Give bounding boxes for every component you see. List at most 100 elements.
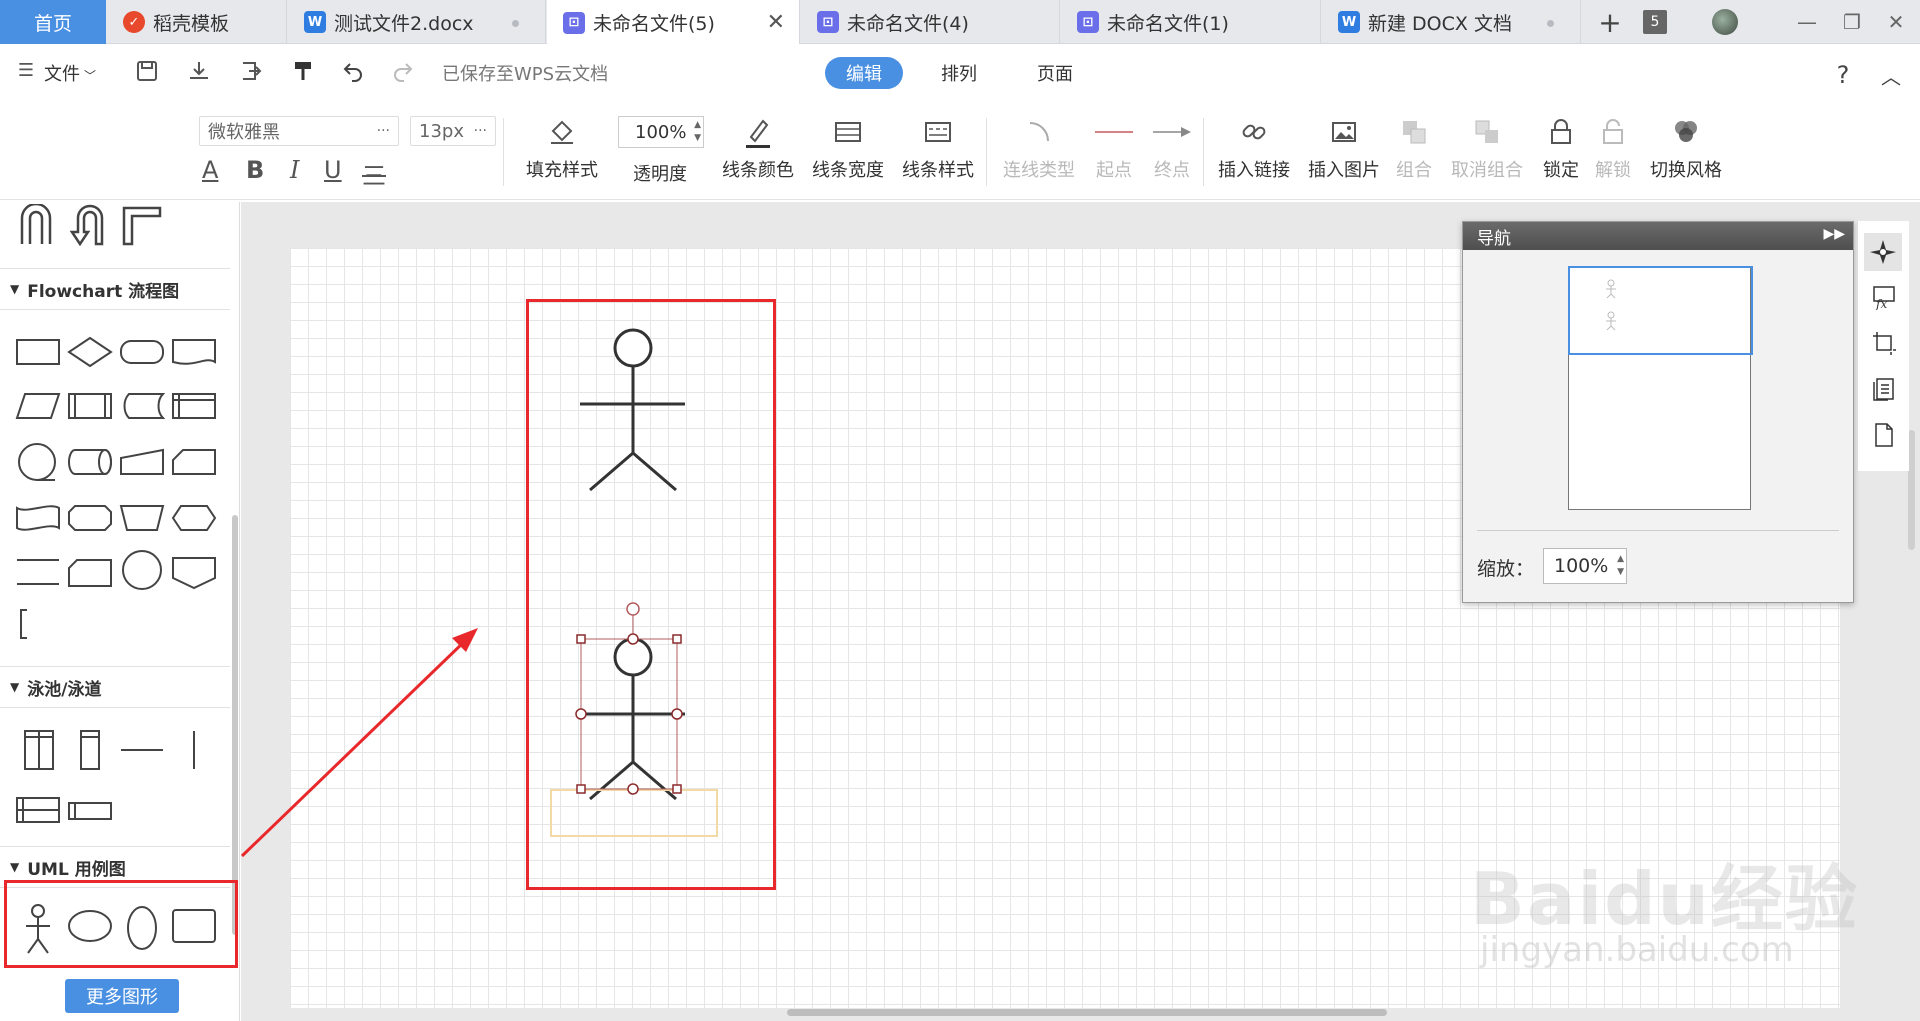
shape-parallelogram[interactable] bbox=[14, 388, 62, 424]
end-point-button[interactable]: 终点 bbox=[1151, 112, 1193, 182]
new-tab-plus-icon[interactable]: + bbox=[1596, 6, 1624, 39]
shape-horizontal-pool[interactable] bbox=[14, 792, 62, 828]
blank-page-icon[interactable] bbox=[1870, 421, 1898, 449]
shape-off-page-connector[interactable] bbox=[170, 554, 218, 590]
shape-vertical-lane[interactable] bbox=[66, 730, 114, 770]
shape-circle[interactable] bbox=[118, 550, 166, 590]
shape-vertical-separator[interactable] bbox=[170, 731, 218, 769]
align-icon[interactable]: 三 bbox=[362, 156, 386, 191]
page-size-icon[interactable] bbox=[1870, 329, 1898, 357]
switch-style-button[interactable]: 切换风格 bbox=[1650, 112, 1722, 182]
lock-button[interactable]: 锁定 bbox=[1543, 112, 1579, 182]
shape-u-turn-arrow-2[interactable] bbox=[66, 204, 114, 247]
spinner-arrows-icon[interactable]: ▲ ▼ bbox=[694, 119, 701, 145]
shape-horizontal-separator[interactable] bbox=[118, 732, 166, 768]
shape-internal-storage[interactable] bbox=[170, 388, 218, 424]
formula-icon[interactable]: fx bbox=[1870, 283, 1898, 311]
italic-icon[interactable]: I bbox=[290, 156, 299, 184]
format-painter-icon[interactable] bbox=[290, 58, 316, 84]
navigator-header[interactable]: 导航 ▶▶ bbox=[1463, 222, 1853, 250]
navigator-viewport-frame[interactable] bbox=[1568, 266, 1753, 355]
shape-vertical-pool[interactable] bbox=[14, 730, 62, 770]
insert-link-button[interactable]: 插入链接 bbox=[1218, 112, 1290, 182]
mode-tab-edit[interactable]: 编辑 bbox=[825, 57, 903, 89]
shape-bracket-annotation[interactable] bbox=[4, 606, 52, 642]
mode-tab-page[interactable]: 页面 bbox=[1016, 57, 1094, 89]
section-swimlane[interactable]: ▼ 泳池/泳道 bbox=[0, 666, 230, 708]
download-icon[interactable] bbox=[186, 58, 212, 84]
collapse-panel-icon[interactable]: ▶▶ bbox=[1823, 226, 1845, 242]
tab-home[interactable]: 首页 bbox=[0, 0, 106, 44]
help-icon[interactable]: ? bbox=[1830, 61, 1856, 89]
avatar[interactable] bbox=[1712, 9, 1738, 35]
shape-decision-diamond[interactable] bbox=[66, 334, 114, 370]
tab-unnamed-4[interactable]: ⊡ 未命名文件(4) bbox=[801, 0, 1060, 44]
shape-cylinder-horizontal[interactable] bbox=[66, 444, 114, 480]
line-width-button[interactable]: 线条宽度 bbox=[812, 112, 884, 182]
minimize-icon[interactable]: — bbox=[1795, 10, 1819, 34]
shape-rectangle[interactable] bbox=[14, 334, 62, 370]
shape-predefined-process[interactable] bbox=[66, 388, 114, 424]
font-color-icon[interactable]: A bbox=[202, 156, 218, 184]
mode-tab-arrange[interactable]: 排列 bbox=[920, 57, 998, 89]
underline-icon[interactable]: U bbox=[324, 156, 342, 184]
close-tab-icon[interactable]: ✕ bbox=[767, 10, 785, 35]
menu-list-icon[interactable]: ☰ bbox=[16, 60, 36, 81]
bold-icon[interactable]: B bbox=[246, 156, 264, 184]
shape-card[interactable] bbox=[170, 444, 218, 480]
file-menu[interactable]: 文件 ﹀ bbox=[44, 60, 96, 86]
shape-manual-operation[interactable] bbox=[118, 500, 166, 536]
shape-circle-connector[interactable] bbox=[14, 443, 62, 481]
collapse-ribbon-icon[interactable]: ︿ bbox=[1878, 62, 1904, 89]
shape-u-turn-arrow[interactable] bbox=[14, 204, 62, 244]
fill-style-button[interactable]: 填充样式 bbox=[526, 112, 598, 182]
section-uml-usecase-label: UML 用例图 bbox=[27, 859, 126, 880]
group-button[interactable]: 组合 bbox=[1396, 112, 1432, 182]
start-point-button[interactable]: 起点 bbox=[1093, 112, 1135, 182]
restore-icon[interactable]: ❐ bbox=[1840, 10, 1864, 34]
shape-stored-data[interactable] bbox=[118, 388, 166, 424]
line-color-label: 线条颜色 bbox=[722, 160, 794, 181]
zoom-input[interactable]: 100% ▲ ▼ bbox=[1543, 548, 1627, 584]
vertical-scrollbar[interactable] bbox=[1908, 430, 1915, 550]
ungroup-button[interactable]: 取消组合 bbox=[1451, 112, 1523, 182]
shape-rounded-rect[interactable] bbox=[118, 334, 166, 370]
shape-document[interactable] bbox=[170, 334, 218, 370]
section-flowchart[interactable]: ▼ Flowchart 流程图 bbox=[0, 268, 230, 310]
unlock-label: 解锁 bbox=[1595, 160, 1631, 181]
mode-tab-edit-label: 编辑 bbox=[846, 64, 882, 85]
horizontal-scrollbar[interactable] bbox=[787, 1009, 1387, 1016]
unlock-button[interactable]: 解锁 bbox=[1595, 112, 1631, 182]
export-icon[interactable] bbox=[238, 58, 264, 84]
line-style-button[interactable]: 线条样式 bbox=[902, 112, 974, 182]
tab-unnamed-1[interactable]: ⊡ 未命名文件(1) bbox=[1061, 0, 1321, 44]
shape-horizontal-lane[interactable] bbox=[66, 792, 114, 828]
shape-horizontal-lines[interactable] bbox=[14, 554, 62, 590]
tab-template[interactable]: ✓ 稻壳模板 bbox=[107, 0, 287, 44]
more-shapes-button[interactable]: 更多图形 bbox=[65, 979, 179, 1013]
save-icon[interactable] bbox=[134, 58, 160, 84]
shape-delay[interactable] bbox=[66, 554, 114, 590]
shape-loop-limit[interactable] bbox=[66, 500, 114, 536]
shape-hexagon-preparation[interactable] bbox=[170, 500, 218, 536]
line-color-button[interactable]: 线条颜色 bbox=[722, 112, 794, 182]
font-family-select[interactable]: 微软雅黑 ··· bbox=[199, 116, 399, 146]
font-size-select[interactable]: 13px ··· bbox=[410, 116, 496, 146]
shape-punched-tape[interactable] bbox=[14, 500, 62, 536]
tab-unnamed-5[interactable]: ⊡ 未命名文件(5) ✕ bbox=[547, 0, 800, 45]
shape-corner-arrow[interactable] bbox=[118, 206, 166, 246]
shape-manual-input[interactable] bbox=[118, 444, 166, 480]
tab-doc-test2[interactable]: W 测试文件2.docx bbox=[288, 0, 546, 44]
navigator-preview[interactable] bbox=[1568, 266, 1753, 510]
redo-icon[interactable] bbox=[390, 58, 416, 84]
tab-new-docx[interactable]: W 新建 DOCX 文档 bbox=[1322, 0, 1581, 44]
undo-icon[interactable] bbox=[340, 58, 366, 84]
insert-image-button[interactable]: 插入图片 bbox=[1308, 112, 1380, 182]
pages-list-icon[interactable] bbox=[1870, 375, 1898, 403]
tab-count-badge[interactable]: 5 bbox=[1643, 10, 1667, 34]
connector-type-button[interactable]: 连线类型 bbox=[1003, 112, 1075, 182]
spinner-arrows-icon[interactable]: ▲ ▼ bbox=[1617, 553, 1624, 579]
close-window-icon[interactable]: ✕ bbox=[1884, 10, 1908, 34]
navigator-compass-icon[interactable] bbox=[1864, 233, 1902, 271]
opacity-input[interactable]: 100% ▲ ▼ bbox=[618, 116, 704, 148]
